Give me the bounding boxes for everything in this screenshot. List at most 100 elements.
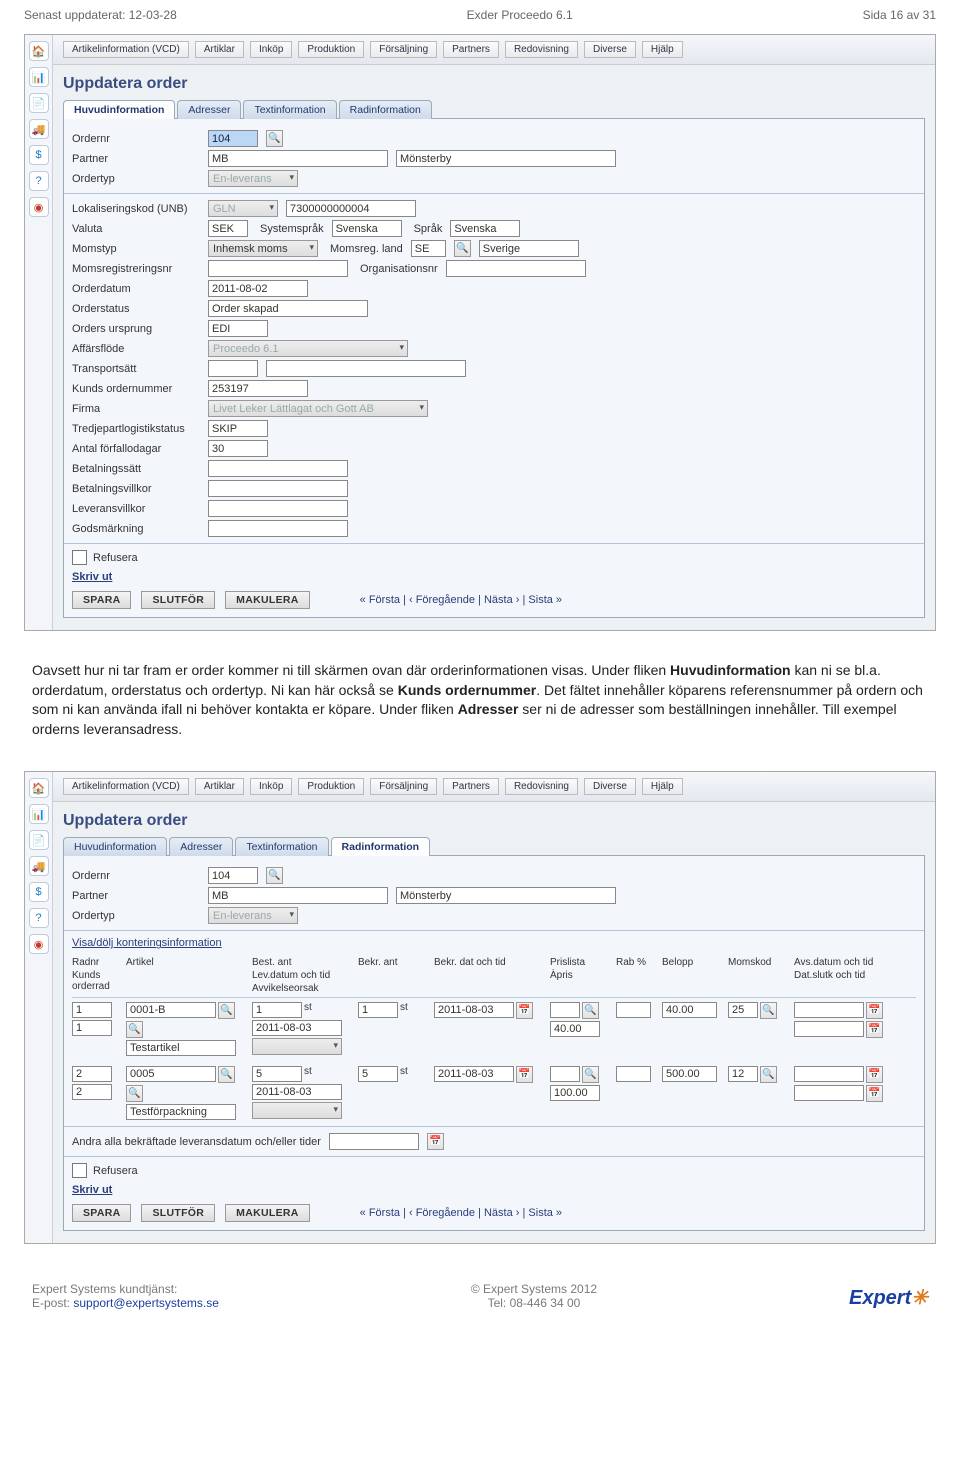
radnr-field[interactable]: 2: [72, 1066, 112, 1082]
calendar-icon[interactable]: 📅: [427, 1133, 444, 1150]
bestant-field[interactable]: 1: [252, 1002, 302, 1018]
calendar-icon[interactable]: 📅: [516, 1002, 533, 1019]
levdatum-field[interactable]: 2011-08-03: [252, 1020, 342, 1036]
menu-hjalp[interactable]: Hjälp: [642, 41, 683, 58]
bekrdat-field[interactable]: 2011-08-03: [434, 1002, 514, 1018]
menu-artikelinfo[interactable]: Artikelinformation (VCD): [63, 778, 189, 795]
bekrant-field[interactable]: 1: [358, 1002, 398, 1018]
tpl-field[interactable]: SKIP: [208, 420, 268, 437]
slutfor-button[interactable]: SLUTFÖR: [141, 591, 215, 609]
momsregland-lookup-icon[interactable]: 🔍: [454, 240, 471, 257]
record-icon[interactable]: ◉: [29, 934, 49, 954]
tab-adresser[interactable]: Adresser: [169, 837, 233, 856]
menu-inkop[interactable]: Inköp: [250, 41, 292, 58]
transportsatt-field[interactable]: [208, 360, 258, 377]
help-icon[interactable]: ?: [29, 908, 49, 928]
ordertyp-select[interactable]: En-leverans: [208, 170, 298, 187]
andra-alla-field[interactable]: [329, 1133, 419, 1150]
menu-produktion[interactable]: Produktion: [298, 41, 364, 58]
ordernr-field[interactable]: 104: [208, 130, 258, 147]
tab-textinformation[interactable]: Textinformation: [235, 837, 328, 856]
menu-diverse[interactable]: Diverse: [584, 41, 636, 58]
record-nav[interactable]: « Första | ‹ Föregående | Nästa › | Sist…: [360, 594, 562, 606]
record-icon[interactable]: ◉: [29, 197, 49, 217]
calendar-icon[interactable]: 📅: [866, 1021, 883, 1038]
affarsflode-select[interactable]: Proceedo 6.1: [208, 340, 408, 357]
calendar-icon[interactable]: 📅: [866, 1085, 883, 1102]
sprak-field[interactable]: Svenska: [450, 220, 520, 237]
orderdatum-field[interactable]: 2011-08-02: [208, 280, 308, 297]
lokaliseringskod-field[interactable]: 7300000000004: [286, 200, 416, 217]
menu-redovisning[interactable]: Redovisning: [505, 778, 578, 795]
row-lookup-icon[interactable]: 🔍: [126, 1021, 143, 1038]
ordernr-field[interactable]: 104: [208, 867, 258, 884]
menu-diverse[interactable]: Diverse: [584, 778, 636, 795]
partner-field[interactable]: MB: [208, 887, 388, 904]
partner-field[interactable]: MB: [208, 150, 388, 167]
momsregnr-field[interactable]: [208, 260, 348, 277]
help-icon[interactable]: ?: [29, 171, 49, 191]
avvik-select[interactable]: [252, 1038, 342, 1055]
tab-radinformation[interactable]: Radinformation: [331, 837, 431, 856]
apris-field[interactable]: 100.00: [550, 1085, 600, 1101]
artikel-field[interactable]: 0005: [126, 1066, 216, 1082]
kundsorderrad-field[interactable]: 2: [72, 1084, 112, 1100]
valuta-field[interactable]: SEK: [208, 220, 248, 237]
rab-field[interactable]: [616, 1002, 651, 1018]
skrivut-link[interactable]: Skriv ut: [72, 571, 112, 583]
orgnr-field[interactable]: [446, 260, 586, 277]
toggle-kontering-link[interactable]: Visa/dölj konteringsinformation: [72, 937, 222, 949]
levdatum-field[interactable]: 2011-08-03: [252, 1084, 342, 1100]
menu-artiklar[interactable]: Artiklar: [195, 778, 244, 795]
ordernr-lookup-icon[interactable]: 🔍: [266, 867, 283, 884]
betalningssatt-field[interactable]: [208, 460, 348, 477]
prislista-field[interactable]: [550, 1002, 580, 1018]
prislista-lookup-icon[interactable]: 🔍: [582, 1066, 599, 1083]
chart-icon[interactable]: 📊: [29, 804, 49, 824]
leveransvillkor-field[interactable]: [208, 500, 348, 517]
slutfor-button[interactable]: SLUTFÖR: [141, 1204, 215, 1222]
momskod-lookup-icon[interactable]: 🔍: [760, 1066, 777, 1083]
menu-forsaljning[interactable]: Försäljning: [370, 41, 437, 58]
menu-partners[interactable]: Partners: [443, 41, 499, 58]
momstyp-select[interactable]: Inhemsk moms: [208, 240, 318, 257]
prislista-lookup-icon[interactable]: 🔍: [582, 1002, 599, 1019]
momskod-field[interactable]: 25: [728, 1002, 758, 1018]
datslutk-field[interactable]: [794, 1021, 864, 1037]
menu-partners[interactable]: Partners: [443, 778, 499, 795]
godsmarkning-field[interactable]: [208, 520, 348, 537]
kundsorderrad-field[interactable]: 1: [72, 1020, 112, 1036]
ordertyp-select[interactable]: En-leverans: [208, 907, 298, 924]
artikel-lookup-icon[interactable]: 🔍: [218, 1066, 235, 1083]
truck-icon[interactable]: 🚚: [29, 119, 49, 139]
firma-select[interactable]: Livet Leker Lättlagat och Gott AB: [208, 400, 428, 417]
menu-artiklar[interactable]: Artiklar: [195, 41, 244, 58]
home-icon[interactable]: 🏠: [29, 778, 49, 798]
tab-textinformation[interactable]: Textinformation: [243, 100, 336, 119]
artikel-field[interactable]: 0001-B: [126, 1002, 216, 1018]
money-icon[interactable]: $: [29, 882, 49, 902]
menu-redovisning[interactable]: Redovisning: [505, 41, 578, 58]
artikel-lookup-icon[interactable]: 🔍: [218, 1002, 235, 1019]
tab-huvudinformation[interactable]: Huvudinformation: [63, 837, 167, 856]
avsdatum-field[interactable]: [794, 1066, 864, 1082]
prislista-field[interactable]: [550, 1066, 580, 1082]
momskod-lookup-icon[interactable]: 🔍: [760, 1002, 777, 1019]
momsregland-field[interactable]: SE: [411, 240, 446, 257]
avsdatum-field[interactable]: [794, 1002, 864, 1018]
apris-field[interactable]: 40.00: [550, 1021, 600, 1037]
ordernr-lookup-icon[interactable]: 🔍: [266, 130, 283, 147]
footer-email-link[interactable]: support@expertsystems.se: [73, 1296, 219, 1310]
bekrant-field[interactable]: 5: [358, 1066, 398, 1082]
refusera-checkbox[interactable]: [72, 550, 87, 565]
menu-forsaljning[interactable]: Försäljning: [370, 778, 437, 795]
refusera-checkbox[interactable]: [72, 1163, 87, 1178]
record-nav[interactable]: « Första | ‹ Föregående | Nästa › | Sist…: [360, 1207, 562, 1219]
forfallodagar-field[interactable]: 30: [208, 440, 268, 457]
calendar-icon[interactable]: 📅: [516, 1066, 533, 1083]
betalningsvillkor-field[interactable]: [208, 480, 348, 497]
spara-button[interactable]: SPARA: [72, 1204, 131, 1222]
tab-radinformation[interactable]: Radinformation: [339, 100, 432, 119]
calendar-icon[interactable]: 📅: [866, 1066, 883, 1083]
truck-icon[interactable]: 🚚: [29, 856, 49, 876]
